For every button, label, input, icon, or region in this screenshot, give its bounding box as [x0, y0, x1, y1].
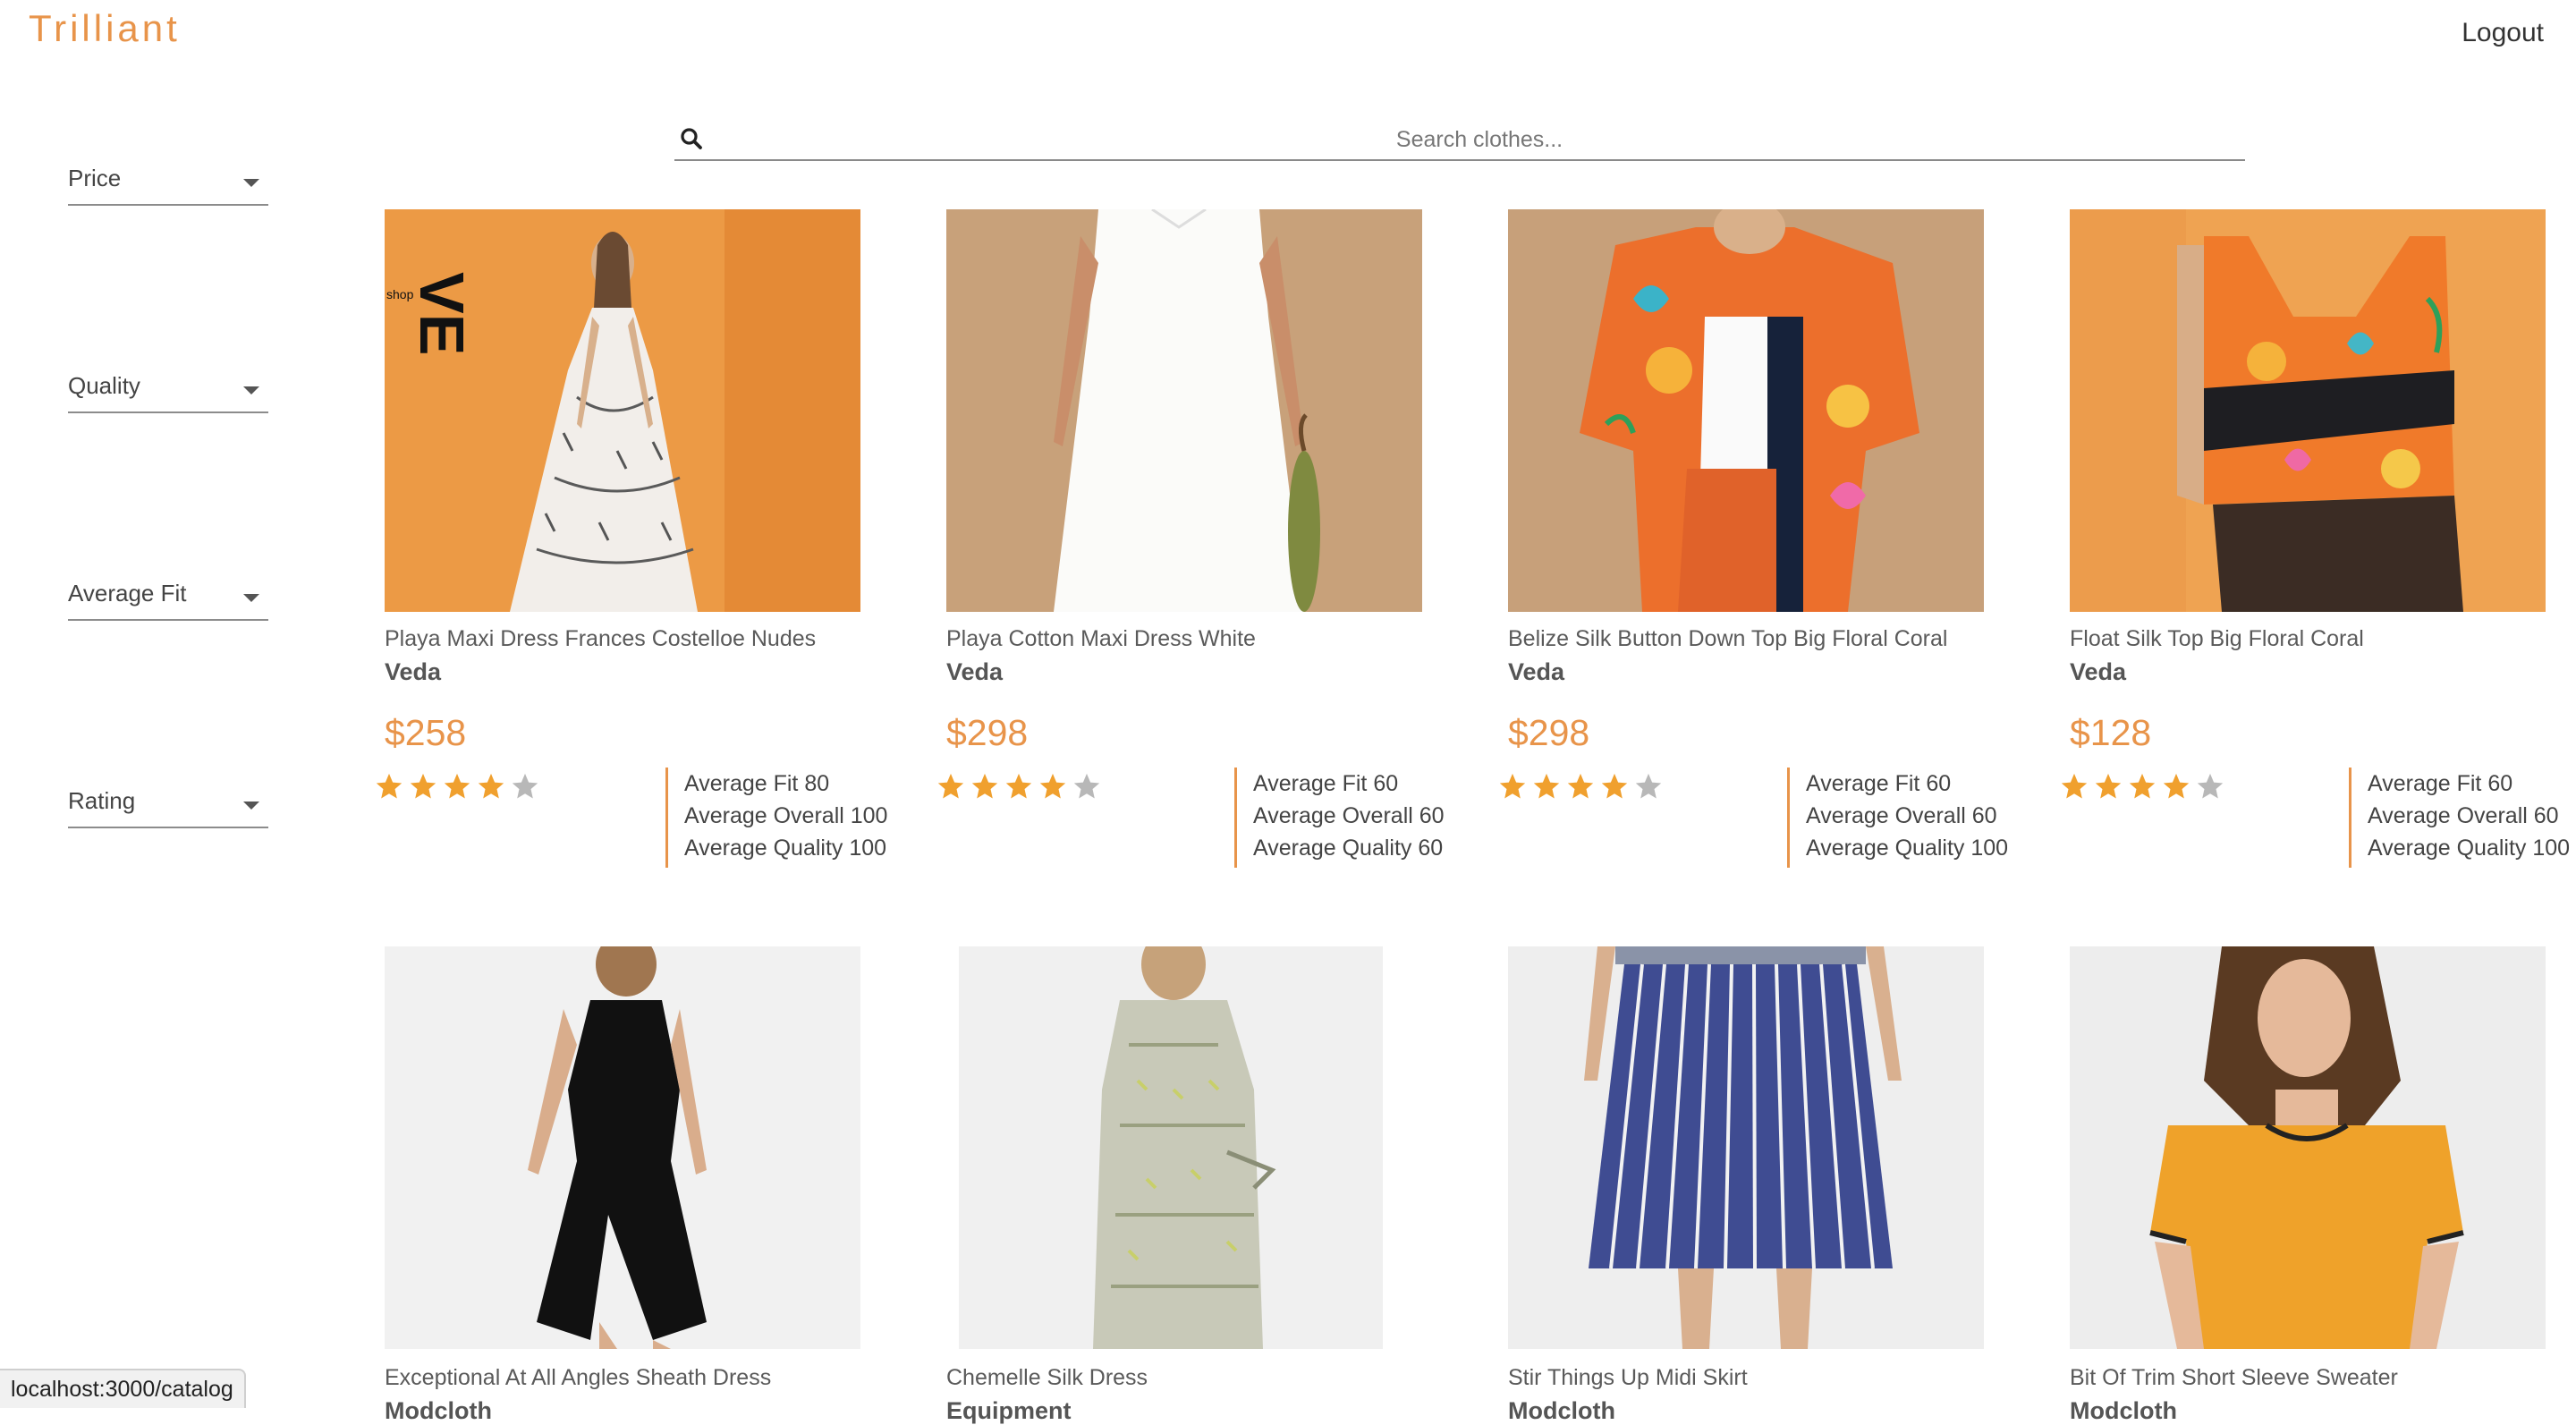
- star-icon[interactable]: [2161, 771, 2191, 802]
- star-icon[interactable]: [408, 771, 438, 802]
- average-overall: Average Overall 60: [1253, 803, 1445, 828]
- product-image[interactable]: [946, 209, 1422, 612]
- star-icon[interactable]: [476, 771, 506, 802]
- product-name[interactable]: Playa Maxi Dress Frances Costelloe Nudes: [385, 626, 816, 652]
- product-price: $128: [2070, 712, 2152, 753]
- product-name[interactable]: Float Silk Top Big Floral Coral: [2070, 626, 2364, 652]
- product-price: $298: [1508, 712, 1590, 753]
- filter-price[interactable]: Price: [68, 163, 268, 206]
- product-brand: Modcloth: [1508, 1397, 1615, 1424]
- product-metrics: Average Fit 60 Average Overall 60 Averag…: [1787, 768, 2008, 868]
- star-rating[interactable]: [374, 771, 540, 802]
- star-icon[interactable]: [936, 771, 966, 802]
- product-price: $258: [385, 712, 467, 753]
- average-overall: Average Overall 60: [2368, 803, 2559, 828]
- product-brand: Veda: [946, 658, 1004, 685]
- star-icon[interactable]: [2093, 771, 2123, 802]
- svg-text:shop: shop: [386, 287, 414, 301]
- average-quality: Average Quality 100: [684, 835, 887, 861]
- search-input[interactable]: [714, 122, 2245, 157]
- product-price: $298: [946, 712, 1029, 753]
- star-icon[interactable]: [970, 771, 1000, 802]
- product-metrics: Average Fit 80 Average Overall 100 Avera…: [665, 768, 887, 868]
- star-icon[interactable]: [1038, 771, 1068, 802]
- dropdown-arrow-icon: [243, 386, 259, 394]
- logout-link[interactable]: Logout: [2462, 18, 2544, 48]
- average-overall: Average Overall 60: [1806, 803, 1997, 828]
- product-brand: Modcloth: [2070, 1397, 2177, 1424]
- product-brand: Equipment: [946, 1397, 1072, 1424]
- star-icon[interactable]: [1531, 771, 1562, 802]
- product-brand: Veda: [1508, 658, 1565, 685]
- search-icon: [681, 128, 702, 149]
- average-fit: Average Fit 80: [684, 771, 830, 796]
- status-url: localhost:3000/catalog: [0, 1369, 246, 1408]
- product-name[interactable]: Exceptional At All Angles Sheath Dress: [385, 1365, 771, 1391]
- filter-label: Rating: [68, 787, 136, 814]
- average-overall: Average Overall 100: [684, 803, 888, 828]
- filter-average-fit[interactable]: Average Fit: [68, 578, 268, 621]
- product-image[interactable]: [385, 946, 860, 1349]
- product-image[interactable]: VE shop: [385, 209, 860, 612]
- star-icon[interactable]: [1565, 771, 1596, 802]
- star-icon[interactable]: [442, 771, 472, 802]
- app-logo[interactable]: Trilliant: [29, 7, 181, 50]
- dropdown-arrow-icon: [243, 802, 259, 810]
- product-image[interactable]: [2070, 946, 2546, 1349]
- product-name[interactable]: Belize Silk Button Down Top Big Floral C…: [1508, 626, 1947, 652]
- product-brand: Veda: [385, 658, 442, 685]
- average-quality: Average Quality 100: [2368, 835, 2571, 861]
- filter-label: Average Fit: [68, 580, 187, 606]
- filter-label: Price: [68, 165, 122, 191]
- star-icon[interactable]: [1599, 771, 1630, 802]
- product-name[interactable]: Stir Things Up Midi Skirt: [1508, 1365, 1748, 1391]
- svg-text:VE: VE: [407, 272, 477, 355]
- star-rating[interactable]: [1497, 771, 1664, 802]
- star-rating[interactable]: [2059, 771, 2225, 802]
- filter-quality[interactable]: Quality: [68, 370, 268, 413]
- average-fit: Average Fit 60: [1253, 771, 1399, 796]
- average-fit: Average Fit 60: [2368, 771, 2513, 796]
- star-icon[interactable]: [1497, 771, 1528, 802]
- average-quality: Average Quality 100: [1806, 835, 2009, 861]
- average-quality: Average Quality 60: [1253, 835, 1444, 861]
- star-icon[interactable]: [510, 771, 540, 802]
- product-metrics: Average Fit 60 Average Overall 60 Averag…: [1234, 768, 1445, 868]
- star-icon[interactable]: [2195, 771, 2225, 802]
- dropdown-arrow-icon: [243, 179, 259, 187]
- product-image[interactable]: [959, 946, 1383, 1349]
- search-bar: [674, 122, 2245, 161]
- star-icon[interactable]: [1633, 771, 1664, 802]
- filter-rating[interactable]: Rating: [68, 785, 268, 828]
- star-icon[interactable]: [1004, 771, 1034, 802]
- average-fit: Average Fit 60: [1806, 771, 1952, 796]
- star-icon[interactable]: [1072, 771, 1102, 802]
- filter-label: Quality: [68, 372, 140, 399]
- product-image[interactable]: [2070, 209, 2546, 612]
- product-brand: Modcloth: [385, 1397, 492, 1424]
- star-icon[interactable]: [2059, 771, 2089, 802]
- product-name[interactable]: Chemelle Silk Dress: [946, 1365, 1148, 1391]
- product-metrics: Average Fit 60 Average Overall 60 Averag…: [2349, 768, 2570, 868]
- star-rating[interactable]: [936, 771, 1102, 802]
- star-icon[interactable]: [2127, 771, 2157, 802]
- product-name[interactable]: Playa Cotton Maxi Dress White: [946, 626, 1256, 652]
- dropdown-arrow-icon: [243, 594, 259, 602]
- star-icon[interactable]: [374, 771, 404, 802]
- product-brand: Veda: [2070, 658, 2127, 685]
- product-image[interactable]: [1508, 209, 1984, 612]
- product-image[interactable]: [1508, 946, 1984, 1349]
- product-name[interactable]: Bit Of Trim Short Sleeve Sweater: [2070, 1365, 2398, 1391]
